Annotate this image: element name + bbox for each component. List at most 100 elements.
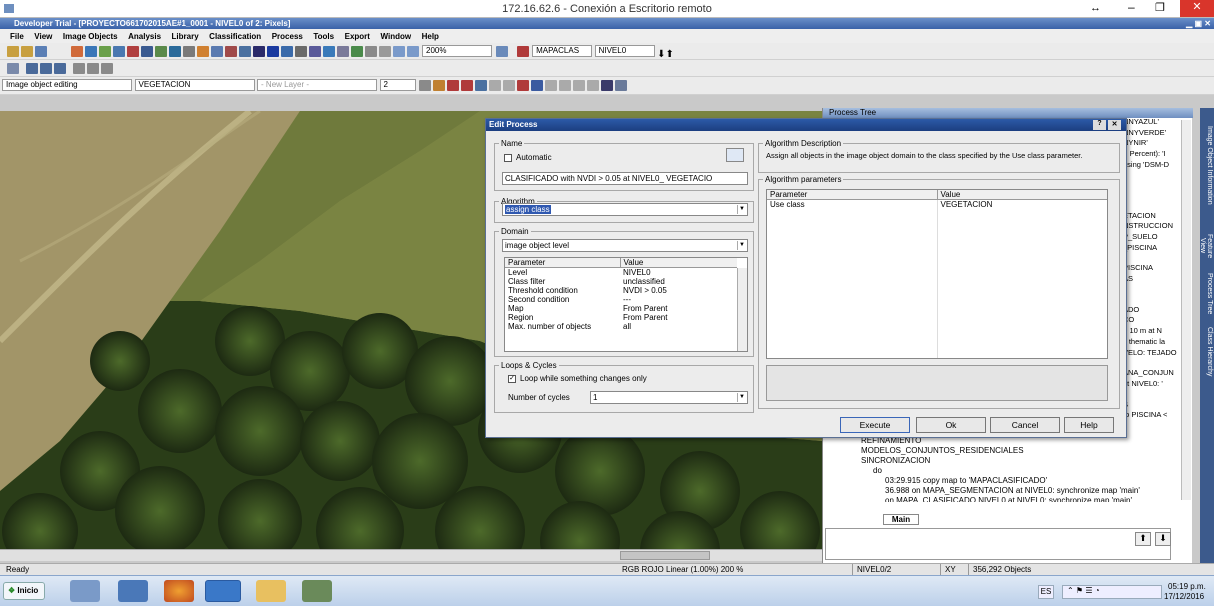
arrow-up-icon[interactable]: ⬆: [665, 49, 673, 60]
menu-tools[interactable]: Tools: [313, 32, 334, 41]
help-button[interactable]: Help: [1064, 417, 1114, 433]
tool-icon[interactable]: [196, 46, 209, 57]
tool-icon[interactable]: [154, 46, 167, 57]
save-icon[interactable]: [35, 46, 47, 57]
level-select[interactable]: NIVEL0: [594, 45, 655, 57]
vertical-scrollbar[interactable]: [1181, 120, 1191, 500]
tool-icon[interactable]: [516, 46, 529, 57]
clock-time[interactable]: 05:19 p.m.: [1168, 582, 1206, 591]
loop-checkbox[interactable]: ✓: [508, 375, 516, 383]
menu-image-objects[interactable]: Image Objects: [63, 32, 118, 41]
algorithm-select[interactable]: assign class ▼: [502, 203, 748, 216]
taskbar-app-icon[interactable]: [205, 580, 241, 602]
tool-icon[interactable]: [84, 46, 97, 57]
table-row[interactable]: Level NIVEL0: [505, 268, 737, 278]
language-indicator[interactable]: ES: [1038, 585, 1054, 599]
tool-icon[interactable]: [433, 80, 446, 91]
tool-icon[interactable]: [252, 46, 265, 57]
firefox-icon[interactable]: [164, 580, 194, 602]
number-select[interactable]: 2: [379, 79, 416, 91]
tool-icon[interactable]: [545, 80, 558, 91]
tree-item[interactable]: SINCRONIZACION: [847, 456, 1140, 466]
start-button[interactable]: ❖ Inicio: [3, 582, 45, 600]
tab-class-hierarchy[interactable]: Class Hierarchy: [1201, 322, 1213, 382]
tool-icon[interactable]: [26, 63, 38, 74]
tab-image-object-info[interactable]: Image Object Information: [1201, 110, 1213, 220]
mode-select[interactable]: Image object editing: [2, 79, 132, 91]
tool-icon[interactable]: [489, 80, 502, 91]
domain-select[interactable]: image object level ▼: [502, 239, 748, 252]
menu-file[interactable]: File: [10, 32, 24, 41]
tray-icons[interactable]: ⌃ ⚑ ☰ ◔: [1062, 585, 1162, 599]
table-row[interactable]: Class filter unclassified: [505, 277, 737, 286]
clock-date[interactable]: 17/12/2016: [1164, 592, 1204, 601]
arrow-down-button[interactable]: ⬇: [1155, 532, 1171, 546]
tool-icon[interactable]: [350, 46, 363, 57]
tool-icon[interactable]: [531, 80, 544, 91]
tool-icon[interactable]: [238, 46, 251, 57]
tool-icon[interactable]: [210, 46, 223, 57]
table-row[interactable]: Second condition ---: [505, 295, 737, 304]
restore-button[interactable]: ❐: [1155, 1, 1165, 14]
tree-item[interactable]: on MAPA_CLASIFICADO NIVEL0 at NIVEL0: sy…: [847, 496, 1140, 502]
tree-item[interactable]: do: [847, 466, 1140, 476]
tool-icon[interactable]: [98, 46, 111, 57]
menu-library[interactable]: Library: [172, 32, 199, 41]
tree-item[interactable]: 03:29.915 copy map to 'MAPACLASIFICADO': [847, 476, 1140, 486]
zoom-in-icon[interactable]: [406, 46, 419, 57]
tool-icon[interactable]: [112, 46, 125, 57]
menu-classification[interactable]: Classification: [209, 32, 261, 41]
tab-process-tree[interactable]: Process Tree: [1201, 270, 1213, 318]
table-row[interactable]: Threshold condition NVDI > 0.05: [505, 286, 737, 295]
folder-icon[interactable]: [256, 580, 286, 602]
tool-icon[interactable]: [70, 46, 83, 57]
pan-icon[interactable]: [378, 46, 391, 57]
minimize-button[interactable]: –: [1128, 0, 1135, 14]
menu-help[interactable]: Help: [422, 32, 439, 41]
tool-icon[interactable]: [168, 46, 181, 57]
tree-item[interactable]: 36.988 on MAPA_SEGMENTACION at NIVEL0: s…: [847, 486, 1140, 496]
table-row[interactable]: Map From Parent: [505, 304, 737, 313]
menu-export[interactable]: Export: [345, 32, 370, 41]
execute-button[interactable]: Execute: [840, 417, 910, 433]
table-row[interactable]: Region From Parent: [505, 313, 737, 322]
close-button[interactable]: ✕: [1180, 0, 1214, 17]
layer-select[interactable]: - New Layer -: [257, 79, 378, 91]
table-row[interactable]: Max. number of objects all: [505, 322, 737, 331]
zoom-out-icon[interactable]: [392, 46, 405, 57]
tool-icon[interactable]: [7, 63, 19, 74]
tool-icon[interactable]: [573, 80, 586, 91]
tool-icon[interactable]: [294, 46, 307, 57]
process-input-area[interactable]: [825, 528, 1171, 560]
tool-icon[interactable]: [447, 80, 460, 91]
cancel-button[interactable]: Cancel: [990, 417, 1060, 433]
help-button-icon[interactable]: ?: [1093, 120, 1106, 130]
menu-view[interactable]: View: [34, 32, 52, 41]
tool-icon[interactable]: [517, 80, 530, 91]
taskbar-app-icon[interactable]: [302, 580, 332, 602]
resize-icon[interactable]: ↔: [1090, 2, 1101, 14]
tool-icon[interactable]: [54, 63, 66, 74]
window-controls[interactable]: ▁ ▣ ✕: [1186, 18, 1211, 29]
tool-icon[interactable]: [224, 46, 237, 57]
tool-icon[interactable]: [101, 63, 113, 74]
tool-icon[interactable]: [140, 46, 153, 57]
tool-icon[interactable]: [615, 80, 628, 91]
domain-table-scrollbar[interactable]: [737, 268, 747, 351]
map-select[interactable]: MAPACLAS: [532, 45, 593, 57]
tool-icon[interactable]: [419, 80, 432, 91]
tool-icon[interactable]: [73, 63, 85, 74]
pointer-icon[interactable]: [364, 46, 377, 57]
tool-icon[interactable]: [266, 46, 279, 57]
dialog-close-icon[interactable]: ✕: [1108, 120, 1121, 130]
class-select[interactable]: VEGETACION: [134, 79, 255, 91]
ok-button[interactable]: Ok: [916, 417, 986, 433]
open-icon[interactable]: [7, 46, 19, 57]
tool-icon[interactable]: [461, 80, 474, 91]
menu-analysis[interactable]: Analysis: [128, 32, 161, 41]
tool-icon[interactable]: [87, 63, 99, 74]
arrow-up-button[interactable]: ⬆: [1135, 532, 1151, 546]
tab-feature-view[interactable]: Feature View: [1199, 226, 1213, 266]
automatic-checkbox[interactable]: [504, 154, 512, 162]
tool-icon[interactable]: [322, 46, 335, 57]
